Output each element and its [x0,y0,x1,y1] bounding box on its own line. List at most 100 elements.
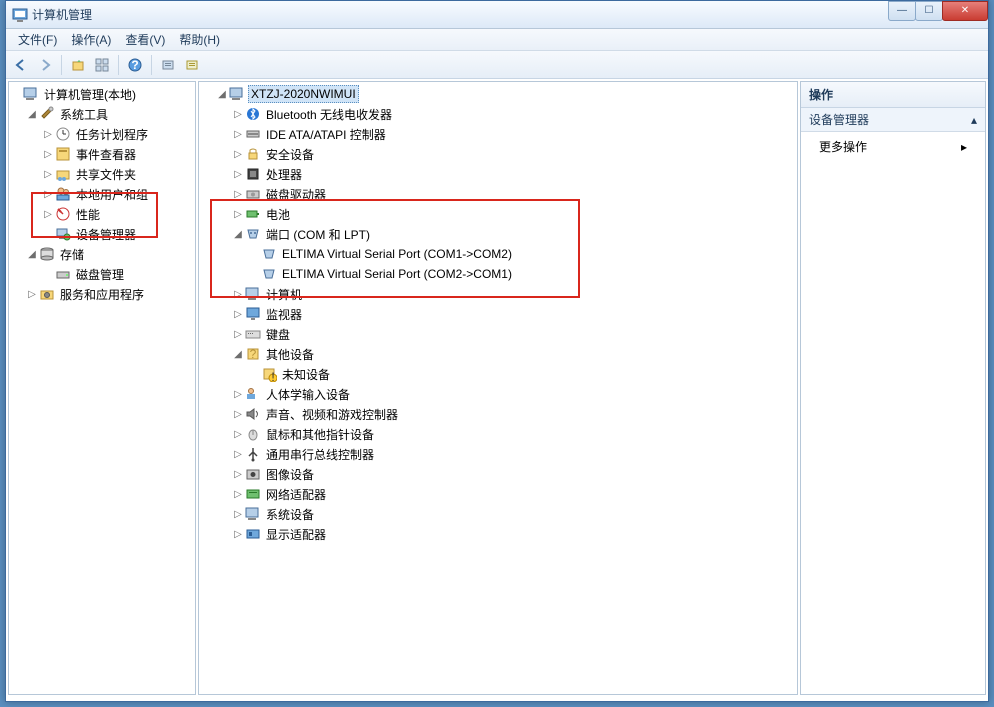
device-mouse[interactable]: ▷鼠标和其他指针设备 [199,424,797,444]
collapse-icon[interactable]: ◢ [231,349,245,360]
mouse-icon [245,426,261,442]
device-security[interactable]: ▷安全设备 [199,144,797,164]
system-device-icon [245,506,261,522]
serial-port-icon [261,246,277,262]
expand-icon[interactable]: ▷ [41,149,55,160]
more-actions-item[interactable]: 更多操作 ▸ [801,132,985,161]
svg-text:?: ? [250,347,257,361]
expand-icon[interactable]: ▷ [231,289,245,300]
expand-icon[interactable]: ▷ [41,189,55,200]
up-button[interactable] [67,54,89,76]
expand-icon[interactable]: ▷ [231,209,245,220]
expand-icon[interactable]: ▷ [41,129,55,140]
expand-icon[interactable]: ▷ [25,289,39,300]
tree-disk-mgmt[interactable]: 磁盘管理 [9,264,195,284]
device-usb[interactable]: ▷通用串行总线控制器 [199,444,797,464]
device-computer[interactable]: ▷计算机 [199,284,797,304]
window-buttons: — ☐ ✕ [889,1,988,21]
tree-local-users[interactable]: ▷本地用户和组 [9,184,195,204]
device-monitor[interactable]: ▷监视器 [199,304,797,324]
services-icon [39,286,55,302]
back-button[interactable] [10,54,32,76]
expand-icon[interactable]: ▷ [231,169,245,180]
forward-button[interactable] [34,54,56,76]
toolbar-separator [151,55,152,75]
tree-performance[interactable]: ▷性能 [9,204,195,224]
maximize-button[interactable]: ☐ [915,1,943,21]
expand-icon[interactable]: ▷ [231,389,245,400]
device-sound[interactable]: ▷声音、视频和游戏控制器 [199,404,797,424]
shared-folder-icon [55,166,71,182]
device-system[interactable]: ▷系统设备 [199,504,797,524]
collapse-icon[interactable]: ◢ [25,249,39,260]
bluetooth-icon [245,106,261,122]
device-bluetooth[interactable]: ▷Bluetooth 无线电收发器 [199,104,797,124]
device-unknown[interactable]: !未知设备 [199,364,797,384]
sound-icon [245,406,261,422]
tree-task-scheduler[interactable]: ▷任务计划程序 [9,124,195,144]
device-imaging[interactable]: ▷图像设备 [199,464,797,484]
device-ide[interactable]: ▷IDE ATA/ATAPI 控制器 [199,124,797,144]
device-battery[interactable]: ▷电池 [199,204,797,224]
device-cpu[interactable]: ▷处理器 [199,164,797,184]
view-resources-button[interactable] [181,54,203,76]
tree-shared-folders[interactable]: ▷共享文件夹 [9,164,195,184]
expand-icon[interactable]: ▷ [231,449,245,460]
device-ports[interactable]: ◢端口 (COM 和 LPT) [199,224,797,244]
menu-action[interactable]: 操作(A) [65,29,117,50]
expand-icon[interactable]: ▷ [231,469,245,480]
expand-icon[interactable]: ▷ [231,329,245,340]
collapse-arrow-icon: ▴ [971,113,977,127]
device-port-com2[interactable]: ELTIMA Virtual Serial Port (COM2->COM1) [199,264,797,284]
actions-section[interactable]: 设备管理器 ▴ [801,108,985,132]
security-icon [245,146,261,162]
minimize-button[interactable]: — [888,1,916,21]
device-display[interactable]: ▷显示适配器 [199,524,797,544]
device-network[interactable]: ▷网络适配器 [199,484,797,504]
expand-icon[interactable]: ▷ [231,309,245,320]
menu-file[interactable]: 文件(F) [12,29,63,50]
serial-port-icon [261,266,277,282]
expand-icon[interactable]: ▷ [231,489,245,500]
device-disk-drives[interactable]: ▷磁盘驱动器 [199,184,797,204]
pc-icon [245,286,261,302]
expand-icon[interactable]: ▷ [41,169,55,180]
device-other[interactable]: ◢?其他设备 [199,344,797,364]
titlebar: 计算机管理 — ☐ ✕ [6,1,988,29]
expand-icon[interactable]: ▷ [231,409,245,420]
imaging-icon [245,466,261,482]
device-hid[interactable]: ▷人体学输入设备 [199,384,797,404]
tree-services-apps[interactable]: ▷服务和应用程序 [9,284,195,304]
expand-icon[interactable]: ▷ [231,509,245,520]
main-window: 计算机管理 — ☐ ✕ 文件(F) 操作(A) 查看(V) 帮助(H) ? 计算… [5,0,989,702]
help-button[interactable]: ? [124,54,146,76]
expand-icon[interactable]: ▷ [231,529,245,540]
app-icon [12,7,28,23]
close-button[interactable]: ✕ [942,1,988,21]
menu-help[interactable]: 帮助(H) [173,29,226,50]
menu-view[interactable]: 查看(V) [119,29,171,50]
properties-button[interactable] [91,54,113,76]
device-root[interactable]: ◢XTZJ-2020NWIMUI [199,84,797,104]
expand-icon[interactable]: ▷ [231,109,245,120]
collapse-icon[interactable]: ◢ [215,89,229,100]
tree-storage[interactable]: ◢存储 [9,244,195,264]
tree-root-local[interactable]: 计算机管理(本地) [9,84,195,104]
collapse-icon[interactable]: ◢ [231,229,245,240]
submenu-arrow-icon: ▸ [961,140,967,154]
body: 计算机管理(本地) ◢系统工具 ▷任务计划程序 ▷事件查看器 ▷共享文件夹 ▷本… [6,79,988,697]
collapse-icon[interactable]: ◢ [25,109,39,120]
expand-icon[interactable]: ▷ [231,129,245,140]
keyboard-icon [245,326,261,342]
expand-icon[interactable]: ▷ [231,189,245,200]
tree-system-tools[interactable]: ◢系统工具 [9,104,195,124]
tree-event-viewer[interactable]: ▷事件查看器 [9,144,195,164]
expand-icon[interactable]: ▷ [231,429,245,440]
expand-icon[interactable]: ▷ [231,149,245,160]
tree-device-manager[interactable]: 设备管理器 [9,224,195,244]
device-keyboard[interactable]: ▷键盘 [199,324,797,344]
expand-icon[interactable]: ▷ [41,209,55,220]
window-title: 计算机管理 [32,6,889,23]
view-devices-button[interactable] [157,54,179,76]
device-port-com1[interactable]: ELTIMA Virtual Serial Port (COM1->COM2) [199,244,797,264]
